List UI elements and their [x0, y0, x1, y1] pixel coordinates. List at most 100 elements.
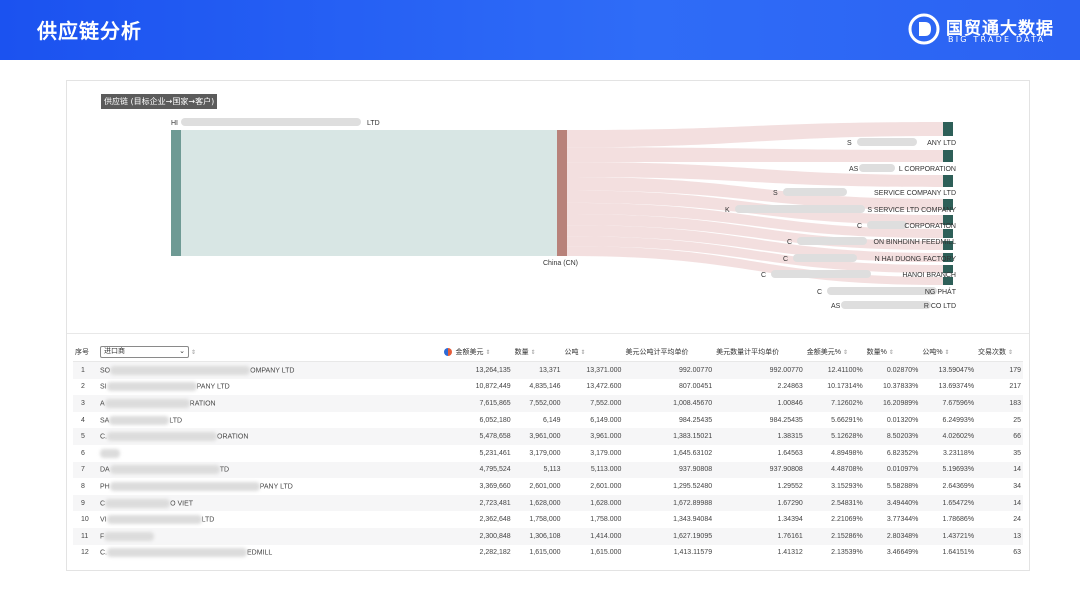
- importer-name-suffix: O VIET: [170, 499, 194, 507]
- amount-pct: 12.41100%: [804, 361, 865, 379]
- quantity: 1,306,108: [512, 527, 563, 545]
- redacted-mask: [797, 237, 867, 245]
- chevron-down-icon: ⌄: [179, 348, 185, 355]
- sankey-target-label-prefix: C: [817, 289, 822, 296]
- amount-usd: 10,872,449: [475, 383, 511, 391]
- row-index: 5: [73, 428, 98, 445]
- col-trades[interactable]: 交易次数 ⇕: [976, 343, 1023, 362]
- importer-name-suffix: LTD: [201, 516, 215, 524]
- sort-icon: ⇕: [842, 350, 848, 356]
- quantity: 1,615,000: [529, 549, 561, 557]
- redacted-mask: [107, 548, 247, 558]
- col-quantity[interactable]: 数量 ⇕: [512, 343, 563, 362]
- trades: 14: [976, 494, 1023, 512]
- row-index: 4: [81, 416, 85, 424]
- divider: [67, 333, 1029, 334]
- usd-per-kg: 1,627.19095: [623, 527, 715, 545]
- usd-per-qty: 1.67290: [714, 494, 805, 512]
- kg-pct: 1.43721%: [920, 527, 977, 545]
- row-index: 6: [81, 449, 85, 457]
- redacted-mask: [104, 531, 155, 541]
- redacted-mask: [181, 118, 361, 126]
- trades: 13: [976, 527, 1023, 545]
- sort-icon: ⇕: [530, 350, 536, 356]
- sankey-node-source: [171, 130, 181, 256]
- sankey-target-label-suffix: ON BINHDINH FEEDMILL: [874, 239, 957, 246]
- table-header-row: 序号 进口商 ⌄ ⇕ 金额美元 ⇕ 数量 ⇕ 公吨 ⇕ 美元公吨计平均单价 美元数…: [73, 343, 1023, 362]
- kg: 3,961.000: [562, 428, 624, 445]
- table-row[interactable]: 10 VI LTD 2,362,648 1,758,000 1,758.000 1,343.…: [73, 511, 1023, 528]
- redacted-mask: [105, 498, 171, 508]
- quantity-pct: 5.58288%: [886, 482, 919, 490]
- sankey-target-label-prefix: AS: [849, 166, 859, 173]
- importer-select[interactable]: 进口商 ⌄: [100, 346, 189, 358]
- kg: 7,552.000: [562, 395, 624, 412]
- redacted-mask: [857, 138, 917, 146]
- kg: 13,371.000: [562, 361, 624, 379]
- table-row[interactable]: 5 C. ORATION 5,478,658 3,961,000 3,961.000 1,3…: [73, 428, 1023, 445]
- importer-name-prefix: PH: [100, 483, 110, 491]
- kg: 5,113.000: [562, 461, 624, 479]
- sankey-target-label-suffix: SERVICE COMPANY LTD: [874, 190, 956, 197]
- col-amount[interactable]: 金额美元 ⇕: [441, 343, 513, 362]
- sankey-target-label-suffix: L CORPORATION: [899, 166, 956, 173]
- usd-per-kg: 1,295.52480: [673, 482, 713, 490]
- amount-usd: 2,300,848: [441, 527, 513, 545]
- quantity-pct: 0.02870%: [864, 361, 921, 379]
- header-bar: 供应链分析 国贸通大数据 BIG TRADE DATA: [0, 0, 1080, 60]
- col-usd-per-qty[interactable]: 美元数量计平均单价: [714, 343, 805, 362]
- col-index: 序号: [73, 343, 98, 362]
- col-kg[interactable]: 公吨 ⇕: [562, 343, 624, 362]
- amount-pct: 5.66291%: [831, 416, 863, 424]
- quantity: 5,113: [512, 461, 563, 479]
- sankey-target-label-prefix: C: [783, 256, 788, 263]
- table-row[interactable]: 9CO VIET 2,723,481 1,628,000 1,628.000 1,672…: [73, 494, 1023, 512]
- col-quantity-pct[interactable]: 数量% ⇕: [864, 343, 921, 362]
- quantity-pct: 6.82352%: [886, 449, 919, 457]
- content-panel: HI LTD China (CN) S ANY LTD AS L CORPORATION S S…: [66, 80, 1030, 571]
- sankey-flow: [567, 147, 943, 163]
- row-index: 7: [73, 461, 98, 479]
- trades: 63: [1013, 549, 1021, 557]
- importer-name: [98, 445, 442, 462]
- usd-per-qty: 1.76161: [714, 527, 805, 545]
- usd-per-kg: 1,008.45670: [623, 395, 715, 412]
- importer-name: SO OMPANY LTD: [98, 361, 442, 379]
- table-row[interactable]: 8 PH PANY LTD 3,369,660 2,601,000 2,601.000 1,…: [73, 478, 1023, 495]
- table-row[interactable]: 1 SO OMPANY LTD 13,264,135 13,371 13,371.000 9…: [73, 361, 1023, 379]
- kg-pct: 13.59047%: [920, 361, 977, 379]
- col-kg-pct[interactable]: 公吨% ⇕: [920, 343, 977, 362]
- table-row[interactable]: 12 C. EDMILL 2,282,182 1,615,000 1,615.000 1,4…: [73, 545, 1023, 562]
- sankey-target-label-prefix: C: [787, 239, 792, 246]
- usd-per-qty: 1.29552: [777, 482, 803, 490]
- amount-usd: 7,615,865: [441, 395, 513, 412]
- col-amount-pct[interactable]: 金额美元% ⇕: [804, 343, 865, 362]
- quantity-pct: 16.20989%: [864, 395, 921, 412]
- sankey-target-label-prefix: S: [773, 190, 778, 197]
- table-row[interactable]: 2 SI PANY LTD 10,872,449 4,835,146 13,472.600…: [73, 379, 1023, 396]
- redacted-mask: [110, 365, 251, 375]
- importer-name: VI LTD: [98, 511, 442, 528]
- importer-name: SA LTD: [98, 412, 442, 429]
- amount-usd: 4,795,524: [441, 461, 513, 479]
- sankey-target-label-suffix: CORPORATION: [904, 223, 956, 230]
- usd-per-kg: 937.90808: [623, 461, 715, 479]
- sankey-node-target: [943, 229, 953, 238]
- row-index: 10: [81, 516, 89, 524]
- table-row[interactable]: 4 SA LTD 6,052,180 6,149 6,149.000 984.25435 98…: [73, 412, 1023, 429]
- trades: 24: [1013, 516, 1021, 524]
- table-row[interactable]: 11 F 2,300,848 1,306,108 1,414.000 1,627.1909…: [73, 527, 1023, 545]
- sankey-node-target: [943, 122, 953, 136]
- sort-icon[interactable]: ⇕: [191, 350, 196, 356]
- importer-name-prefix: SO: [100, 367, 111, 375]
- usd-per-kg: 1,413.11579: [673, 549, 713, 557]
- trades: 34: [1013, 482, 1021, 490]
- amount-pct: 3.15293%: [831, 482, 863, 490]
- redacted-mask: [106, 382, 197, 392]
- col-usd-per-kg[interactable]: 美元公吨计平均单价: [623, 343, 715, 362]
- sankey-target-label-prefix: C: [857, 223, 862, 230]
- table-row[interactable]: 3 A RATION 7,615,865 7,552,000 7,552.000 1,008…: [73, 395, 1023, 412]
- table-row[interactable]: 6 5,231,461 3,179,000 3,179.000 1,645.63102 1…: [73, 445, 1023, 462]
- sankey-node-target: [943, 150, 953, 162]
- table-row[interactable]: 7 DA TD 4,795,524 5,113 5,113.000 937.90808 937…: [73, 461, 1023, 479]
